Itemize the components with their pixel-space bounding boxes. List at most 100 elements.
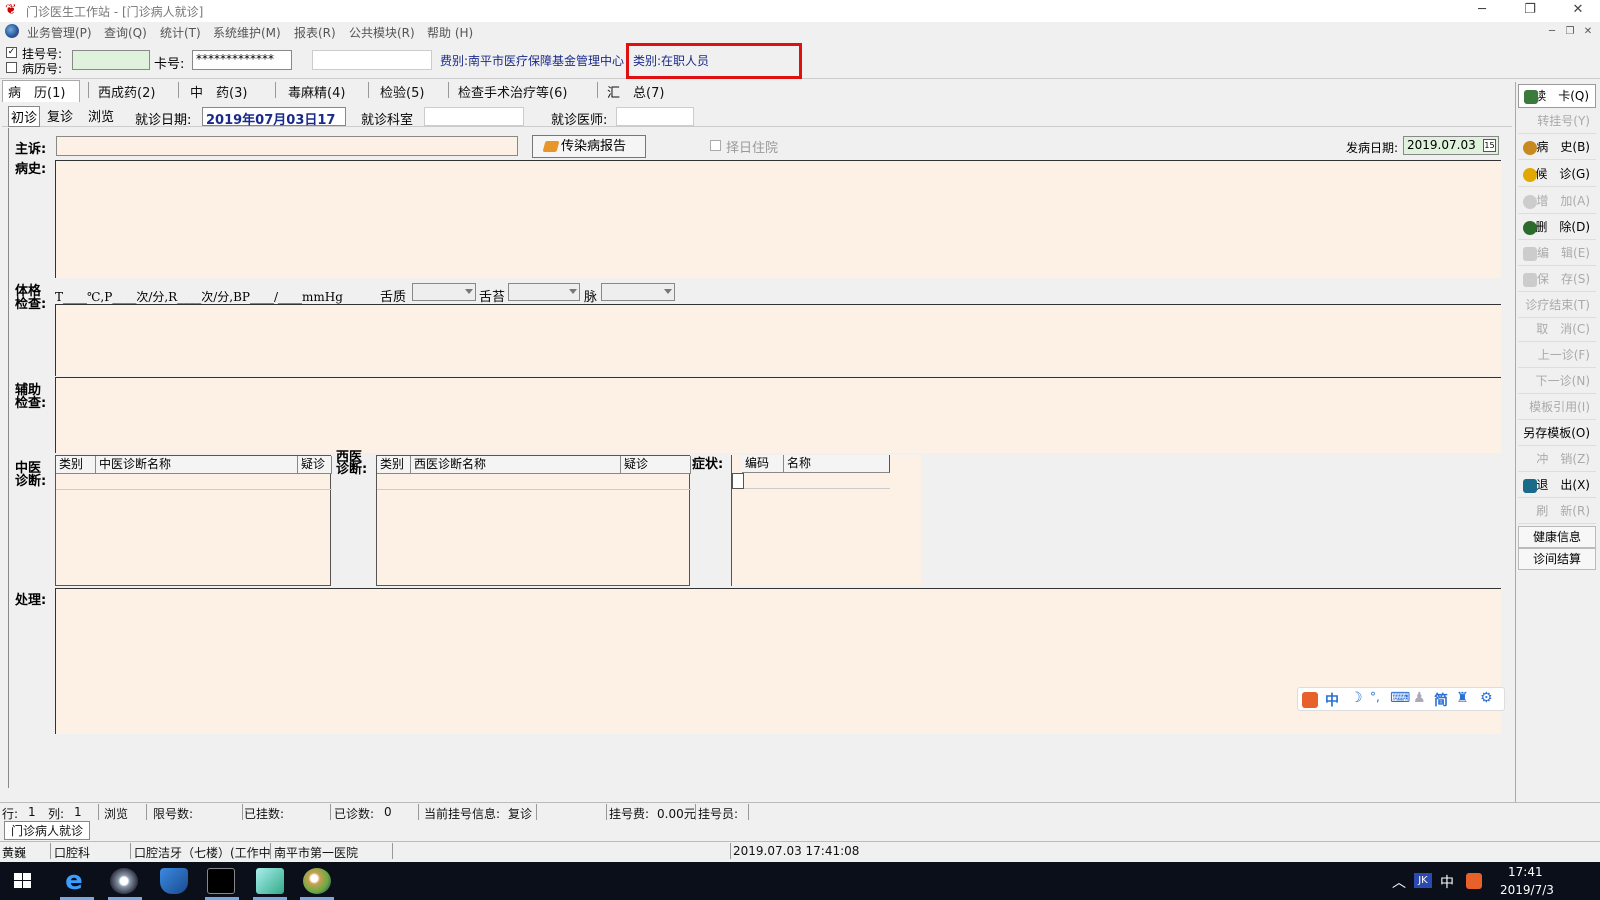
treatment-textarea[interactable] xyxy=(55,588,1501,734)
ime-simplified-toggle[interactable]: 简 xyxy=(1434,690,1448,710)
toolbar-button-7[interactable]: 保 存(S) xyxy=(1518,268,1596,292)
toolbar-button-11[interactable]: 下一诊(N) xyxy=(1518,370,1596,394)
ime-toolbar[interactable]: 中 ☽ °, ⌨ ♟ 简 ♜ ⚙ xyxy=(1297,687,1505,711)
toolbar-button-5[interactable]: 删 除(D) xyxy=(1518,216,1596,240)
tray-lang-indicator[interactable]: 中 xyxy=(1440,872,1454,892)
record-number-checkbox[interactable] xyxy=(6,62,17,73)
close-button[interactable]: ✕ xyxy=(1556,0,1600,22)
toolbar-button-17[interactable]: 健康信息 xyxy=(1518,526,1596,548)
menu-business[interactable]: 业务管理(P) xyxy=(27,24,92,41)
calendar-icon[interactable]: 15 xyxy=(1483,139,1496,152)
tray-expand-icon[interactable]: ︿ xyxy=(1392,872,1406,892)
exam-textarea[interactable] xyxy=(55,304,1501,376)
compass-app-icon[interactable] xyxy=(110,868,138,894)
row-selector[interactable] xyxy=(732,473,744,489)
west-col-type: 类别 xyxy=(377,456,411,474)
toolbar-button-4[interactable]: 增 加(A) xyxy=(1518,190,1596,214)
mdi-minimize-button[interactable]: ─ xyxy=(1544,25,1560,39)
ime-moon-icon[interactable]: ☽ xyxy=(1350,690,1363,706)
ime-user-icon[interactable]: ♟ xyxy=(1413,690,1426,706)
mdi-restore-button[interactable]: ❐ xyxy=(1562,25,1578,39)
tcm-diagnosis-grid[interactable]: 类别 中医诊断名称 疑诊 xyxy=(55,455,332,586)
tab-western-drugs[interactable]: 西成药(2) xyxy=(98,82,155,101)
toolbar-button-3[interactable]: 候 诊(G) xyxy=(1518,163,1596,187)
status-separator xyxy=(536,804,537,820)
table-row[interactable] xyxy=(732,473,890,489)
visit-date-input[interactable]: 2019年07月03日17时 xyxy=(202,107,346,147)
status-separator xyxy=(330,804,331,820)
visit-dept-input[interactable] xyxy=(424,107,524,126)
ime-skin-icon[interactable]: ♜ xyxy=(1456,690,1469,706)
tray-jk-icon[interactable]: JK xyxy=(1414,873,1432,888)
hospitalize-checkbox[interactable] xyxy=(710,140,721,151)
browse-button[interactable]: 浏览 xyxy=(88,106,114,125)
toolbar-button-10[interactable]: 上一诊(F) xyxy=(1518,344,1596,368)
table-row[interactable] xyxy=(377,474,691,490)
first-visit-button[interactable]: 初诊 xyxy=(8,106,41,127)
tab-record[interactable]: 病 历(1) xyxy=(8,82,65,101)
menu-common[interactable]: 公共模块(R) xyxy=(349,24,415,41)
menu-system[interactable]: 系统维护(M) xyxy=(213,24,281,41)
coating-label: 舌苔 xyxy=(479,290,506,305)
tab-tcm-drugs[interactable]: 中 药(3) xyxy=(190,82,247,101)
reg-number-input[interactable] xyxy=(72,50,150,70)
report-icon xyxy=(542,141,560,152)
taskbar: e ︿ JK 中 17:41 2019/7/3 xyxy=(0,862,1600,900)
pulse-select[interactable] xyxy=(601,283,675,301)
menu-reports[interactable]: 报表(R) xyxy=(294,24,336,41)
west-diagnosis-grid[interactable]: 类别 西医诊断名称 疑诊 xyxy=(376,455,691,586)
tray-ime-icon[interactable] xyxy=(1466,873,1482,889)
toolbar-button-18[interactable]: 诊间结算 xyxy=(1518,548,1596,570)
west-label-2: 诊断: xyxy=(336,462,368,477)
restore-button[interactable]: ❐ xyxy=(1508,0,1552,22)
status-separator xyxy=(270,843,271,859)
patient-name-field[interactable] xyxy=(312,50,432,70)
tab-summary[interactable]: 汇 总(7) xyxy=(607,82,664,101)
minimize-button[interactable]: ─ xyxy=(1460,0,1504,22)
reg-number-checkbox[interactable]: ✓ xyxy=(6,47,17,58)
visit-doctor-input[interactable] xyxy=(616,107,694,126)
table-row[interactable] xyxy=(56,474,332,490)
tab-exam-surgery[interactable]: 检查手术治疗等(6) xyxy=(458,82,567,101)
symptom-col-code: 编码 xyxy=(742,455,784,473)
windows-start-icon[interactable] xyxy=(14,873,32,889)
ime-settings-icon[interactable]: ⚙ xyxy=(1480,690,1493,706)
menu-help[interactable]: 帮助 (H) xyxy=(427,24,473,41)
toolbar-button-14[interactable]: 冲 销(Z) xyxy=(1518,448,1596,472)
tab-separator xyxy=(88,82,89,98)
toolbar-button-2[interactable]: 病 史(B) xyxy=(1518,136,1596,160)
mdi-close-button[interactable]: ✕ xyxy=(1580,25,1596,39)
toolbar-button-0[interactable]: 读 卡(Q) xyxy=(1518,84,1596,108)
tongue-select[interactable] xyxy=(412,283,476,301)
shield-app-icon[interactable] xyxy=(160,868,188,894)
tab-controlled-drugs[interactable]: 毒麻精(4) xyxy=(288,82,345,101)
chief-complaint-input[interactable] xyxy=(56,136,518,156)
toolbar-button-13[interactable]: 另存模板(O) xyxy=(1518,422,1596,446)
toolbar-button-9[interactable]: 取 消(C) xyxy=(1518,318,1596,342)
taskbar-date[interactable]: 2019/7/3 xyxy=(1500,883,1554,897)
menu-statistics[interactable]: 统计(T) xyxy=(160,24,201,41)
toolbar-button-8[interactable]: 诊疗结束(T) xyxy=(1518,294,1596,318)
symptom-grid[interactable]: 编码 名称 xyxy=(731,455,921,586)
history-textarea[interactable] xyxy=(55,160,1501,278)
ime-punct-icon[interactable]: °, xyxy=(1370,690,1380,704)
toolbar-button-16[interactable]: 刷 新(R) xyxy=(1518,500,1596,524)
aux-exam-textarea[interactable] xyxy=(55,377,1501,453)
menu-query[interactable]: 查询(Q) xyxy=(104,24,147,41)
toolbar-button-6[interactable]: 编 辑(E) xyxy=(1518,242,1596,266)
ime-keyboard-icon[interactable]: ⌨ xyxy=(1390,690,1410,706)
ime-chinese-toggle[interactable]: 中 xyxy=(1325,690,1339,710)
tab-lab-tests[interactable]: 检验(5) xyxy=(380,82,424,101)
doctor-workstation-icon[interactable] xyxy=(303,868,331,894)
ie-browser-icon[interactable]: e xyxy=(60,868,88,894)
coating-select[interactable] xyxy=(508,283,580,301)
taskbar-time[interactable]: 17:41 xyxy=(1508,865,1543,879)
terminal-icon[interactable] xyxy=(207,868,235,894)
card-number-input[interactable]: ************* xyxy=(192,50,292,70)
toolbar-button-1[interactable]: 转挂号(Y) xyxy=(1518,110,1596,134)
network-app-icon[interactable] xyxy=(256,868,284,894)
toolbar-button-15[interactable]: 退 出(X) xyxy=(1518,474,1596,498)
toolbar-button-12[interactable]: 模板引用(I) xyxy=(1518,396,1596,420)
window-tab-outpatient[interactable]: 门诊病人就诊 xyxy=(4,821,91,840)
revisit-button[interactable]: 复诊 xyxy=(47,106,73,125)
